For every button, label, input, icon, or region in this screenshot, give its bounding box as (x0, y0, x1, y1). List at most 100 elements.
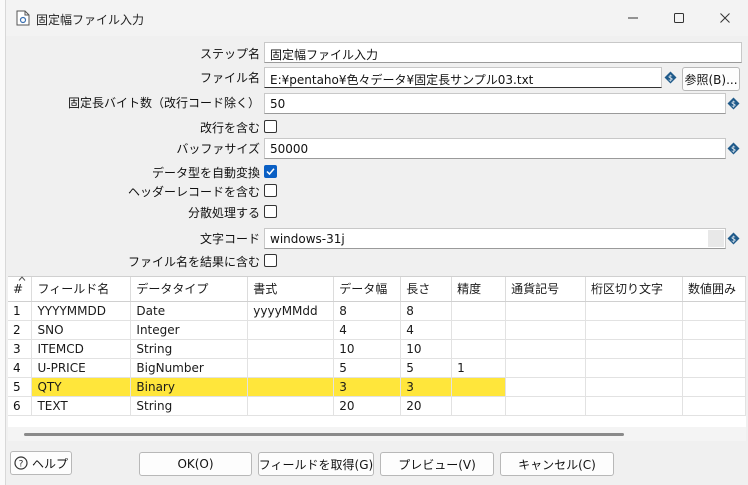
field-name-cell[interactable]: ITEMCD (31, 339, 132, 359)
data-type-cell[interactable]: Integer (130, 320, 249, 340)
table-row[interactable]: 3 ITEMCD String 10 10 (8, 339, 747, 359)
browse-button[interactable]: 参照(B)... (682, 67, 740, 91)
currency-cell[interactable] (505, 320, 586, 340)
width-cell[interactable]: 5 (333, 358, 402, 378)
format-cell[interactable] (247, 320, 335, 340)
data-type-cell[interactable]: String (130, 339, 249, 359)
variable-dollar-icon[interactable]: $ (727, 97, 740, 110)
get-fields-button[interactable]: フィールドを取得(G) (258, 452, 374, 476)
format-cell[interactable] (247, 377, 335, 397)
length-cell[interactable]: 8 (400, 301, 453, 321)
table-row-selected[interactable]: 5 QTY Binary 3 3 (8, 377, 747, 397)
length-cell[interactable]: 20 (400, 396, 453, 416)
decimal-cell[interactable] (682, 396, 747, 416)
column-header[interactable]: 書式 (247, 277, 335, 302)
precision-cell[interactable] (451, 396, 507, 416)
field-name-cell[interactable]: QTY (31, 377, 132, 397)
length-cell[interactable]: 3 (400, 377, 453, 397)
table-row[interactable]: 1 YYYYMMDD Date yyyyMMdd 8 8 (8, 301, 747, 321)
variable-dollar-icon[interactable]: $ (664, 71, 677, 84)
filename-input[interactable]: E:¥pentaho¥色々データ¥固定長サンプル03.txt (264, 67, 662, 88)
line-feed-checkbox[interactable] (264, 120, 277, 133)
width-cell[interactable]: 10 (333, 339, 402, 359)
close-button[interactable] (702, 0, 748, 36)
data-type-cell[interactable]: String (130, 396, 249, 416)
precision-cell[interactable] (451, 320, 507, 340)
field-name-cell[interactable]: YYYYMMDD (31, 301, 132, 321)
group-cell[interactable] (585, 301, 683, 321)
width-cell[interactable]: 8 (333, 301, 402, 321)
table-row[interactable]: 6 TEXT String 20 20 (8, 396, 747, 416)
horizontal-scrollbar[interactable] (8, 427, 746, 441)
line-feed-label: 改行を含む (199, 121, 260, 135)
field-name-cell[interactable]: U-PRICE (31, 358, 132, 378)
add-filename-checkbox[interactable] (264, 254, 277, 267)
field-name-cell[interactable]: SNO (31, 320, 132, 340)
currency-cell[interactable] (505, 377, 586, 397)
column-header[interactable]: 精度 (451, 277, 507, 302)
parallel-checkbox[interactable] (264, 205, 277, 218)
lazy-conversion-checkbox[interactable] (264, 165, 277, 178)
title-bar[interactable]: 固定幅ファイル入力 (6, 0, 748, 36)
preview-button[interactable]: プレビュー(V) (380, 452, 494, 476)
table-row[interactable]: 2 SNO Integer 4 4 (8, 320, 747, 340)
decimal-cell[interactable] (682, 339, 747, 359)
filename-label: ファイル名 (199, 71, 260, 85)
ok-button[interactable]: OK(O) (139, 452, 252, 476)
group-cell[interactable] (585, 396, 683, 416)
format-cell[interactable]: yyyyMMdd (247, 301, 335, 321)
decimal-cell[interactable] (682, 301, 747, 321)
length-cell[interactable]: 4 (400, 320, 453, 340)
column-header[interactable]: 長さ (400, 277, 453, 302)
decimal-cell[interactable] (682, 320, 747, 340)
group-cell[interactable] (585, 377, 683, 397)
minimize-icon (628, 17, 638, 19)
length-cell[interactable]: 5 (400, 358, 453, 378)
group-cell[interactable] (585, 358, 683, 378)
combo-dropdown-area[interactable] (708, 230, 724, 247)
group-cell[interactable] (585, 320, 683, 340)
data-type-cell[interactable]: Binary (130, 377, 249, 397)
decimal-cell[interactable] (682, 358, 747, 378)
header-row-checkbox[interactable] (264, 184, 277, 197)
width-cell[interactable]: 20 (333, 396, 402, 416)
help-button[interactable]: ? ヘルプ (10, 451, 72, 475)
precision-cell[interactable] (451, 301, 507, 321)
buffer-size-input[interactable]: 50000 (264, 138, 726, 159)
format-cell[interactable] (247, 339, 335, 359)
variable-dollar-icon[interactable]: $ (727, 142, 740, 155)
table-row[interactable]: 4 U-PRICE BigNumber 5 5 1 (8, 358, 747, 378)
currency-cell[interactable] (505, 339, 586, 359)
maximize-button[interactable] (656, 0, 702, 36)
field-name-cell[interactable]: TEXT (31, 396, 132, 416)
currency-cell[interactable] (505, 301, 586, 321)
variable-dollar-icon[interactable]: $ (727, 232, 740, 245)
step-name-input[interactable]: 固定幅ファイル入力 (264, 42, 742, 63)
column-header[interactable]: 数値囲み (682, 277, 747, 302)
width-cell[interactable]: 4 (333, 320, 402, 340)
decimal-cell[interactable] (682, 377, 747, 397)
column-header[interactable]: 桁区切り文字 (585, 277, 683, 302)
length-cell[interactable]: 10 (400, 339, 453, 359)
currency-cell[interactable] (505, 358, 586, 378)
minimize-button[interactable] (610, 0, 656, 36)
precision-cell[interactable] (451, 377, 507, 397)
cancel-button[interactable]: キャンセル(C) (500, 452, 614, 476)
data-type-cell[interactable]: Date (130, 301, 249, 321)
column-header[interactable]: データ幅 (333, 277, 402, 302)
group-cell[interactable] (585, 339, 683, 359)
column-header[interactable]: 通貨記号 (505, 277, 586, 302)
fields-table[interactable]: # フィールド名 データタイプ 書式 データ幅 長さ 精度 通貨記号 桁区切り文… (8, 276, 747, 441)
width-cell[interactable]: 3 (333, 377, 402, 397)
format-cell[interactable] (247, 358, 335, 378)
encoding-combo[interactable]: windows-31j (264, 228, 726, 249)
scrollbar-thumb[interactable] (24, 433, 624, 436)
format-cell[interactable] (247, 396, 335, 416)
line-width-input[interactable]: 50 (264, 93, 726, 114)
precision-cell[interactable] (451, 339, 507, 359)
precision-cell[interactable]: 1 (451, 358, 507, 378)
column-header[interactable]: フィールド名 (31, 277, 132, 302)
currency-cell[interactable] (505, 396, 586, 416)
data-type-cell[interactable]: BigNumber (130, 358, 249, 378)
column-header[interactable]: データタイプ (130, 277, 249, 302)
